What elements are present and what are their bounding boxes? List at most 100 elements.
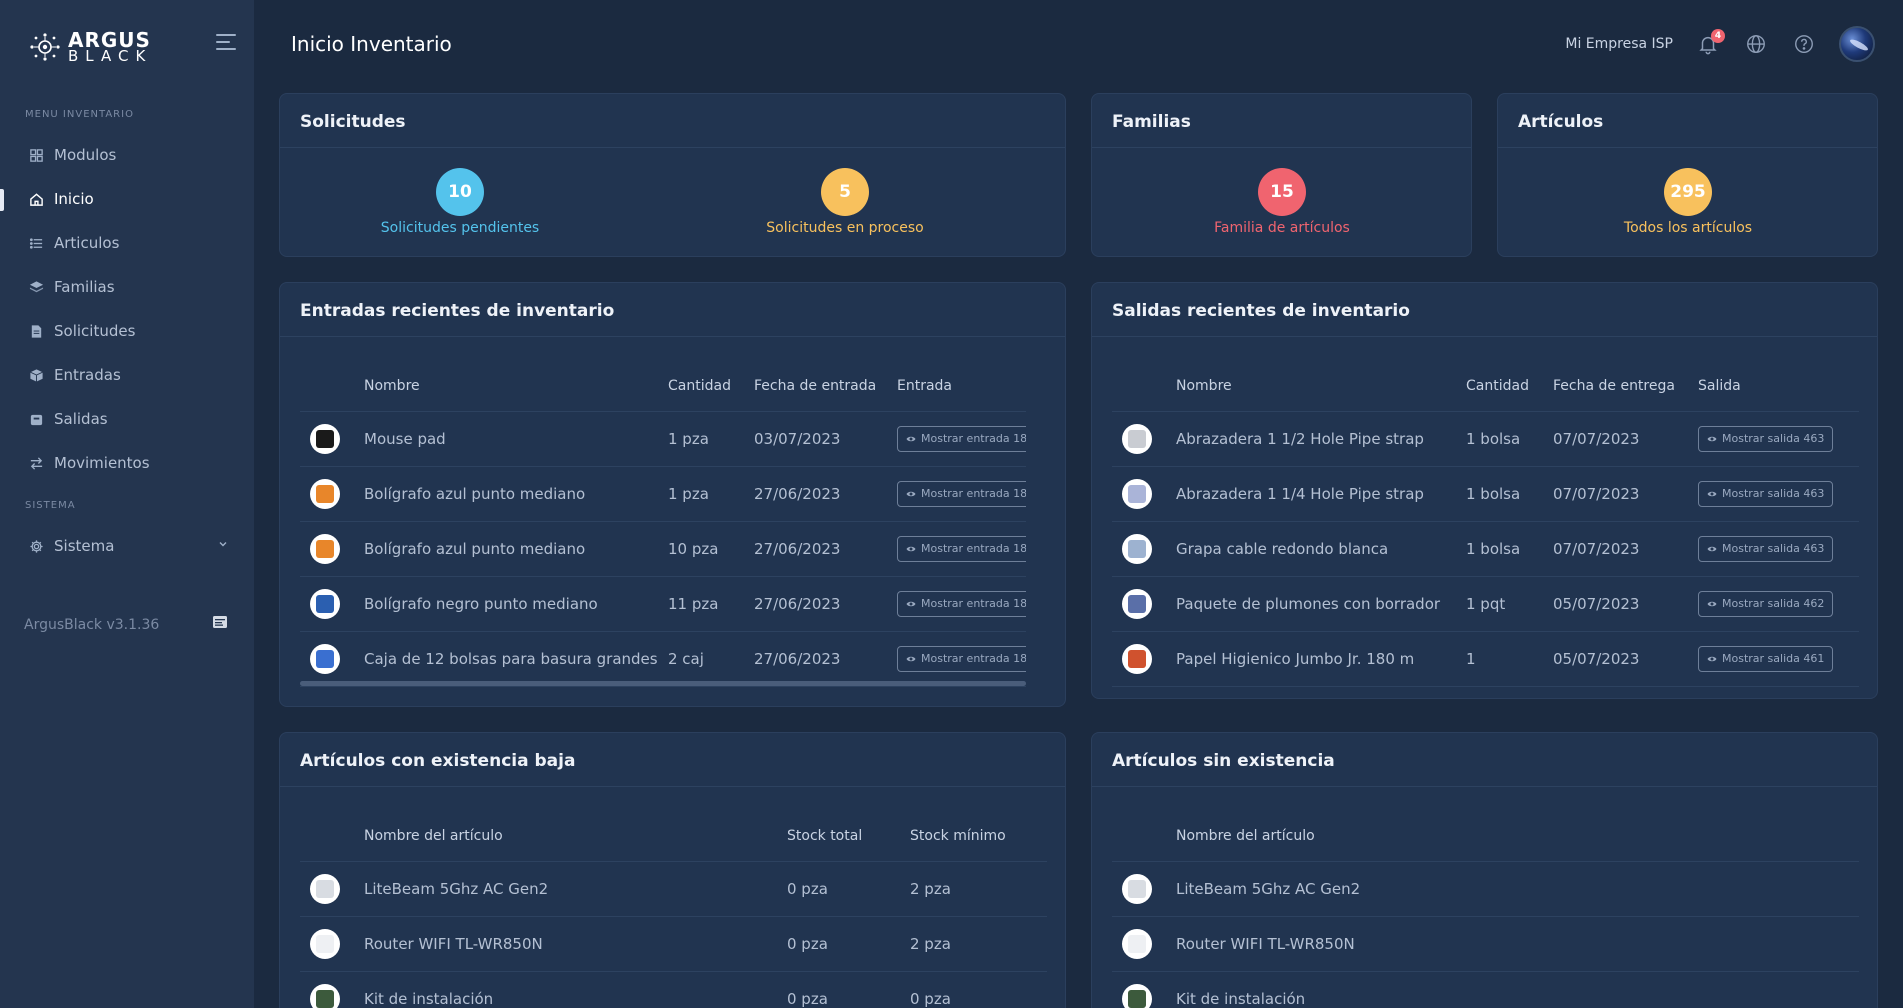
column-header[interactable]: Cantidad	[668, 361, 754, 412]
sin-existencia-table: Nombre del artículo LiteBeam 5Ghz AC Gen…	[1112, 811, 1859, 1008]
chevron-down-icon	[219, 542, 227, 547]
show-salida-button[interactable]: Mostrar salida 462	[1698, 590, 1834, 617]
cell-fecha: 27/06/2023	[754, 576, 897, 632]
company-name[interactable]: Mi Empresa ISP	[1565, 36, 1673, 52]
cell-fecha: 07/07/2023	[1553, 521, 1698, 577]
cell-nombre: Papel Higienico Jumbo Jr. 180 m	[1176, 631, 1466, 687]
sidebar-item-entradas[interactable]: Entradas	[0, 359, 254, 391]
cell-nombre: Caja de 12 bolsas para basura grandes	[364, 631, 668, 687]
sidebar-item-movimientos[interactable]: Movimientos	[0, 447, 254, 479]
show-entrada-button[interactable]: Mostrar entrada 187	[897, 535, 1026, 562]
column-header[interactable]: Fecha de entrada	[754, 361, 897, 412]
stat-value: 5	[821, 168, 869, 216]
sidebar-item-inicio[interactable]: Inicio	[0, 183, 254, 215]
avatar[interactable]	[1839, 26, 1875, 62]
sidebar-item-modulos[interactable]: Modulos	[0, 139, 254, 171]
existencia-baja-card: Artículos con existencia baja Nombre del…	[279, 732, 1066, 1008]
product-thumbnail	[1122, 643, 1152, 674]
card-title: Salidas recientes de inventario	[1092, 283, 1877, 337]
cell-fecha: 05/07/2023	[1553, 631, 1698, 687]
column-header[interactable]: Fecha de entrega	[1553, 361, 1698, 412]
cell-nombre: LiteBeam 5Ghz AC Gen2	[1176, 861, 1859, 917]
button-label: Mostrar salida 463	[1722, 487, 1825, 500]
menu-toggle-button[interactable]	[216, 34, 238, 54]
product-thumbnail	[310, 983, 340, 1008]
help-button[interactable]	[1791, 31, 1817, 57]
sidebar-item-solicitudes[interactable]: Solicitudes	[0, 315, 254, 347]
horizontal-scrollbar[interactable]	[300, 681, 1026, 686]
stat-articulos[interactable]: 295 Todos los artículos	[1588, 168, 1788, 236]
sidebar-item-label: Sistema	[54, 537, 115, 555]
stat-value: 15	[1258, 168, 1306, 216]
sidebar-item-familias[interactable]: Familias	[0, 271, 254, 303]
sidebar-item-articulos[interactable]: Articulos	[0, 227, 254, 259]
cell-nombre: Bolígrafo azul punto mediano	[364, 466, 668, 522]
button-label: Mostrar salida 463	[1722, 542, 1825, 555]
stat-solicitudes-pendientes[interactable]: 10 Solicitudes pendientes	[360, 168, 560, 236]
column-header[interactable]: Nombre	[364, 361, 668, 412]
language-button[interactable]	[1743, 31, 1769, 57]
app-version: ArgusBlack v3.1.36	[24, 617, 160, 633]
notification-badge: 4	[1711, 29, 1725, 43]
column-header[interactable]: Stock total	[787, 811, 910, 862]
table-row: Kit de instalación	[1112, 971, 1859, 1008]
cell-nombre: Router WIFI TL-WR850N	[364, 916, 787, 972]
scrollbar-thumb[interactable]	[300, 681, 1026, 686]
sidebar-item-sistema[interactable]: Sistema	[0, 530, 254, 562]
salidas-table: Nombre Cantidad Fecha de entrega Salida …	[1112, 361, 1859, 687]
cell-nombre: Abrazadera 1 1/4 Hole Pipe strap	[1176, 466, 1466, 522]
product-thumbnail	[310, 423, 340, 454]
cell-nombre: Grapa cable redondo blanca	[1176, 521, 1466, 577]
changelog-icon[interactable]	[212, 614, 228, 630]
show-salida-button[interactable]: Mostrar salida 461	[1698, 645, 1834, 672]
show-entrada-button[interactable]: Mostrar entrada 188	[897, 480, 1026, 507]
column-header[interactable]: Salida	[1698, 361, 1859, 412]
cell-stock-minimo: 2 pza	[910, 916, 1047, 972]
home-icon	[28, 191, 44, 207]
sidebar-item-label: Solicitudes	[54, 322, 136, 340]
show-salida-button[interactable]: Mostrar salida 463	[1698, 425, 1834, 452]
button-label: Mostrar salida 462	[1722, 597, 1825, 610]
column-header[interactable]: Entrada	[897, 361, 1026, 412]
column-header[interactable]: Nombre del artículo	[364, 811, 787, 862]
cell-stock-total: 0 pza	[787, 971, 910, 1008]
cell-stock-minimo: 0 pza	[910, 971, 1047, 1008]
cell-nombre: Bolígrafo azul punto mediano	[364, 521, 668, 577]
salidas-card: Salidas recientes de inventario Nombre C…	[1091, 282, 1878, 699]
stat-familias[interactable]: 15 Familia de artículos	[1182, 168, 1382, 236]
card-title: Artículos	[1498, 94, 1877, 148]
column-header[interactable]: Nombre del artículo	[1176, 811, 1859, 862]
stat-solicitudes-proceso[interactable]: 5 Solicitudes en proceso	[745, 168, 945, 236]
show-salida-button[interactable]: Mostrar salida 463	[1698, 535, 1834, 562]
show-entrada-button[interactable]: Mostrar entrada 189	[897, 425, 1026, 452]
column-header[interactable]: Stock mínimo	[910, 811, 1047, 862]
card-title: Solicitudes	[280, 94, 1065, 148]
section-label-menu: MENU INVENTARIO	[25, 109, 134, 120]
document-icon	[28, 323, 44, 339]
show-salida-button[interactable]: Mostrar salida 463	[1698, 480, 1834, 507]
column-header[interactable]: Cantidad	[1466, 361, 1553, 412]
sidebar-item-salidas[interactable]: Salidas	[0, 403, 254, 435]
logo[interactable]: ARGUS BLACK	[28, 30, 152, 64]
table-row: Kit de instalación 0 pza 0 pza	[300, 971, 1047, 1008]
show-entrada-button[interactable]: Mostrar entrada 187	[897, 645, 1026, 672]
sidebar-item-label: Salidas	[54, 410, 108, 428]
cell-nombre: Mouse pad	[364, 411, 668, 467]
eye-icon	[906, 436, 916, 441]
sidebar-item-label: Movimientos	[54, 454, 150, 472]
product-thumbnail	[1122, 478, 1152, 509]
cell-cantidad: 1 bolsa	[1466, 411, 1553, 467]
card-title: Familias	[1092, 94, 1471, 148]
cell-stock-total: 0 pza	[787, 916, 910, 972]
show-entrada-button[interactable]: Mostrar entrada 187	[897, 590, 1026, 617]
gear-icon	[28, 538, 44, 554]
table-row: Abrazadera 1 1/2 Hole Pipe strap 1 bolsa…	[1112, 411, 1859, 467]
entradas-scroll-area[interactable]: Nombre Cantidad Fecha de entrada Entrada…	[300, 361, 1026, 706]
cell-nombre: Bolígrafo negro punto mediano	[364, 576, 668, 632]
column-header[interactable]: Nombre	[1176, 361, 1466, 412]
cell-cantidad: 1 pqt	[1466, 576, 1553, 632]
sidebar-item-label: Familias	[54, 278, 115, 296]
product-thumbnail	[1122, 873, 1152, 904]
cell-cantidad: 10 pza	[668, 521, 754, 577]
notifications-button[interactable]: 4	[1695, 29, 1725, 57]
